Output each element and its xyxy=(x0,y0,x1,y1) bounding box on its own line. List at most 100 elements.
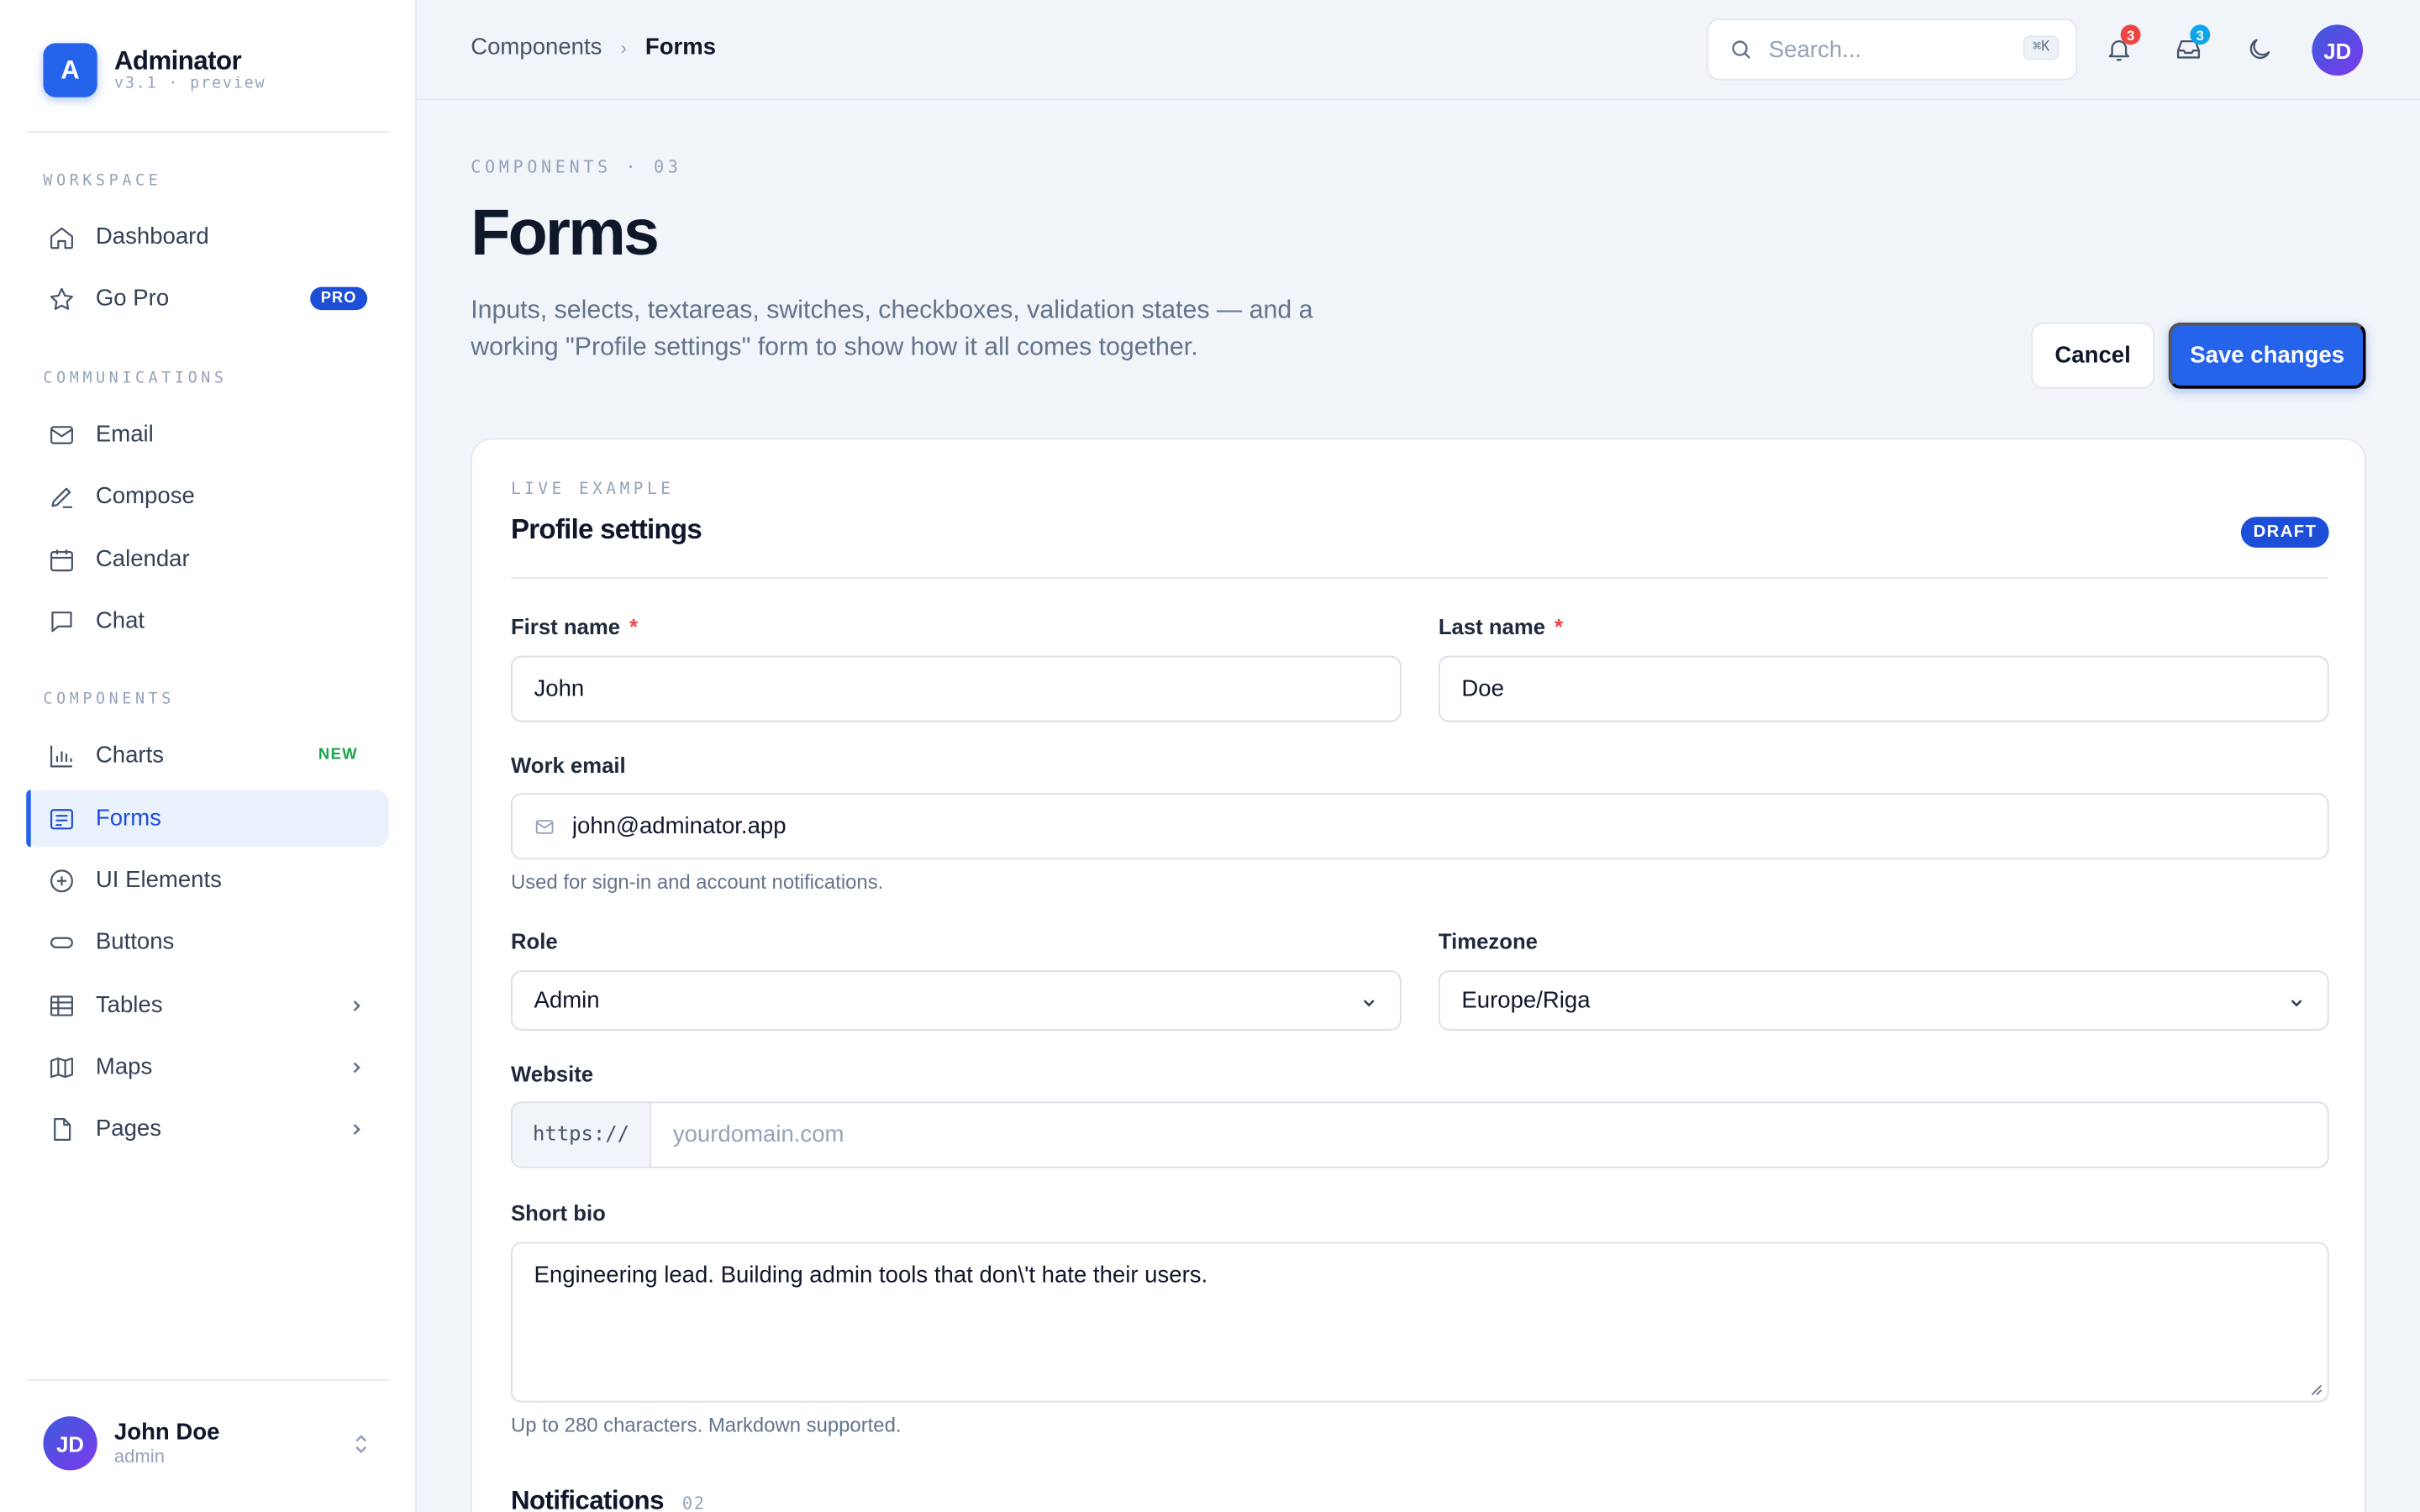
short-bio-help: Up to 280 characters. Markdown supported… xyxy=(510,1413,902,1436)
page-eyebrow: COMPONENTS · 03 xyxy=(471,157,682,178)
sidebar-item-label: UI Elements xyxy=(95,867,222,894)
role-label: Role xyxy=(510,928,558,954)
sidebar-item-dashboard[interactable]: Dashboard xyxy=(26,208,389,265)
search-input[interactable] xyxy=(1768,36,2001,63)
inbox-count: 3 xyxy=(2190,24,2211,45)
bar-chart-icon xyxy=(48,742,76,769)
sidebar: A Adminator v3.1 · preview WORKSPACE Das… xyxy=(0,0,417,1512)
section-workspace: WORKSPACE xyxy=(43,172,162,190)
chevron-down-icon xyxy=(1363,1000,1375,1007)
page-title: Forms xyxy=(471,196,660,269)
chevron-up-down-icon xyxy=(355,1434,367,1453)
form-icon xyxy=(48,805,76,832)
brand-name: Adminator xyxy=(113,46,242,76)
theme-toggle-button[interactable] xyxy=(2241,31,2278,68)
sidebar-item-label: Dashboard xyxy=(95,223,209,250)
sidebar-item-label: Forms xyxy=(95,805,161,832)
resize-handle-icon[interactable] xyxy=(2309,1383,2323,1397)
plus-circle-icon xyxy=(48,866,76,894)
brand[interactable]: A Adminator v3.1 · preview xyxy=(43,43,266,97)
website-label: Website xyxy=(510,1061,594,1087)
sidebar-item-go-pro[interactable]: Go Pro PRO xyxy=(26,270,389,327)
pro-badge: PRO xyxy=(309,286,368,311)
chevron-down-icon xyxy=(2291,1000,2302,1007)
sidebar-item-label: Calendar xyxy=(95,546,190,573)
sidebar-item-label: Buttons xyxy=(95,928,175,955)
moon-icon xyxy=(2249,39,2270,60)
short-bio-label: Short bio xyxy=(510,1200,606,1226)
sidebar-divider xyxy=(26,1379,389,1381)
sidebar-item-forms[interactable]: Forms xyxy=(26,790,389,848)
avatar[interactable]: JD xyxy=(2312,24,2364,76)
topbar: Components › Forms ⌘K 3 3 JD xyxy=(416,0,2420,101)
work-email-field[interactable] xyxy=(510,793,2329,860)
role-select[interactable]: Admin xyxy=(510,970,1402,1031)
breadcrumb: Components › Forms xyxy=(471,34,716,60)
new-badge: NEW xyxy=(318,746,359,764)
sidebar-item-label: Compose xyxy=(95,482,195,510)
sidebar-item-charts[interactable]: Charts NEW xyxy=(26,727,389,784)
sidebar-item-buttons[interactable]: Buttons xyxy=(26,913,389,970)
status-badge: DRAFT xyxy=(2240,517,2330,549)
card-eyebrow: LIVE EXAMPLE xyxy=(510,480,675,499)
required-marker: * xyxy=(1555,614,1564,639)
work-email-help: Used for sign-in and account notificatio… xyxy=(510,869,884,894)
website-field[interactable]: https:// xyxy=(510,1101,2329,1168)
short-bio-textarea[interactable]: Engineering lead. Building admin tools t… xyxy=(510,1242,2329,1403)
last-name-input[interactable] xyxy=(1461,675,2328,702)
sidebar-item-tables[interactable]: Tables xyxy=(26,977,389,1034)
sidebar-item-compose[interactable]: Compose xyxy=(26,468,389,525)
sidebar-item-label: Maps xyxy=(95,1053,153,1080)
last-name-label: Last name * xyxy=(1438,614,1564,639)
sidebar-item-ui-elements[interactable]: UI Elements xyxy=(26,852,389,909)
last-name-field[interactable] xyxy=(1438,655,2329,722)
brand-version: v3.1 · preview xyxy=(113,75,266,93)
section-communications: COMMUNICATIONS xyxy=(43,370,228,388)
star-icon xyxy=(48,285,76,312)
brand-logo: A xyxy=(43,43,97,97)
section-components: COMPONENTS xyxy=(43,690,175,709)
role-value: Admin xyxy=(534,987,600,1014)
sidebar-item-email[interactable]: Email xyxy=(26,406,389,463)
pencil-icon xyxy=(48,482,76,510)
button-icon xyxy=(48,928,76,956)
sidebar-divider xyxy=(26,131,389,133)
sidebar-item-label: Chat xyxy=(95,607,145,634)
first-name-field[interactable] xyxy=(510,655,1402,722)
inbox-button[interactable]: 3 xyxy=(2170,24,2211,68)
work-email-input[interactable] xyxy=(571,812,2328,840)
user-name: John Doe xyxy=(113,1419,220,1446)
notifications-button[interactable]: 3 xyxy=(2101,24,2141,68)
user-role: admin xyxy=(113,1446,165,1467)
sidebar-item-chat[interactable]: Chat xyxy=(26,592,389,649)
first-name-label: First name * xyxy=(510,614,639,639)
cancel-button[interactable]: Cancel xyxy=(2031,322,2155,389)
chevron-right-icon: › xyxy=(620,36,627,58)
card-divider xyxy=(510,576,2328,579)
user-menu[interactable]: JD John Doe admin xyxy=(43,1416,370,1471)
notifications-count: 3 xyxy=(2120,24,2141,45)
notifications-section-count: 02 xyxy=(681,1493,706,1512)
home-icon xyxy=(48,223,76,250)
timezone-value: Europe/Riga xyxy=(1461,987,1591,1014)
sidebar-item-maps[interactable]: Maps xyxy=(26,1038,389,1095)
search-box[interactable]: ⌘K xyxy=(1707,18,2078,81)
search-shortcut: ⌘K xyxy=(2023,35,2060,60)
sidebar-item-pages[interactable]: Pages xyxy=(26,1100,389,1158)
mail-icon xyxy=(535,819,554,833)
sidebar-item-label: Tables xyxy=(95,992,163,1019)
timezone-select[interactable]: Europe/Riga xyxy=(1438,970,2329,1031)
notifications-section-title: Notifications 02 xyxy=(510,1485,706,1512)
timezone-label: Timezone xyxy=(1438,928,1538,954)
chat-icon xyxy=(48,607,76,635)
save-button[interactable]: Save changes xyxy=(2168,322,2366,389)
file-icon xyxy=(48,1115,76,1142)
sidebar-item-calendar[interactable]: Calendar xyxy=(26,531,389,588)
first-name-input[interactable] xyxy=(534,675,1400,702)
work-email-label: Work email xyxy=(510,753,626,778)
page-description: Inputs, selects, textareas, switches, ch… xyxy=(471,296,1313,361)
breadcrumb-components[interactable]: Components xyxy=(471,34,602,60)
website-input[interactable] xyxy=(672,1121,2328,1148)
chevron-right-icon xyxy=(353,1124,360,1135)
short-bio-value: Engineering lead. Building admin tools t… xyxy=(534,1262,1208,1289)
